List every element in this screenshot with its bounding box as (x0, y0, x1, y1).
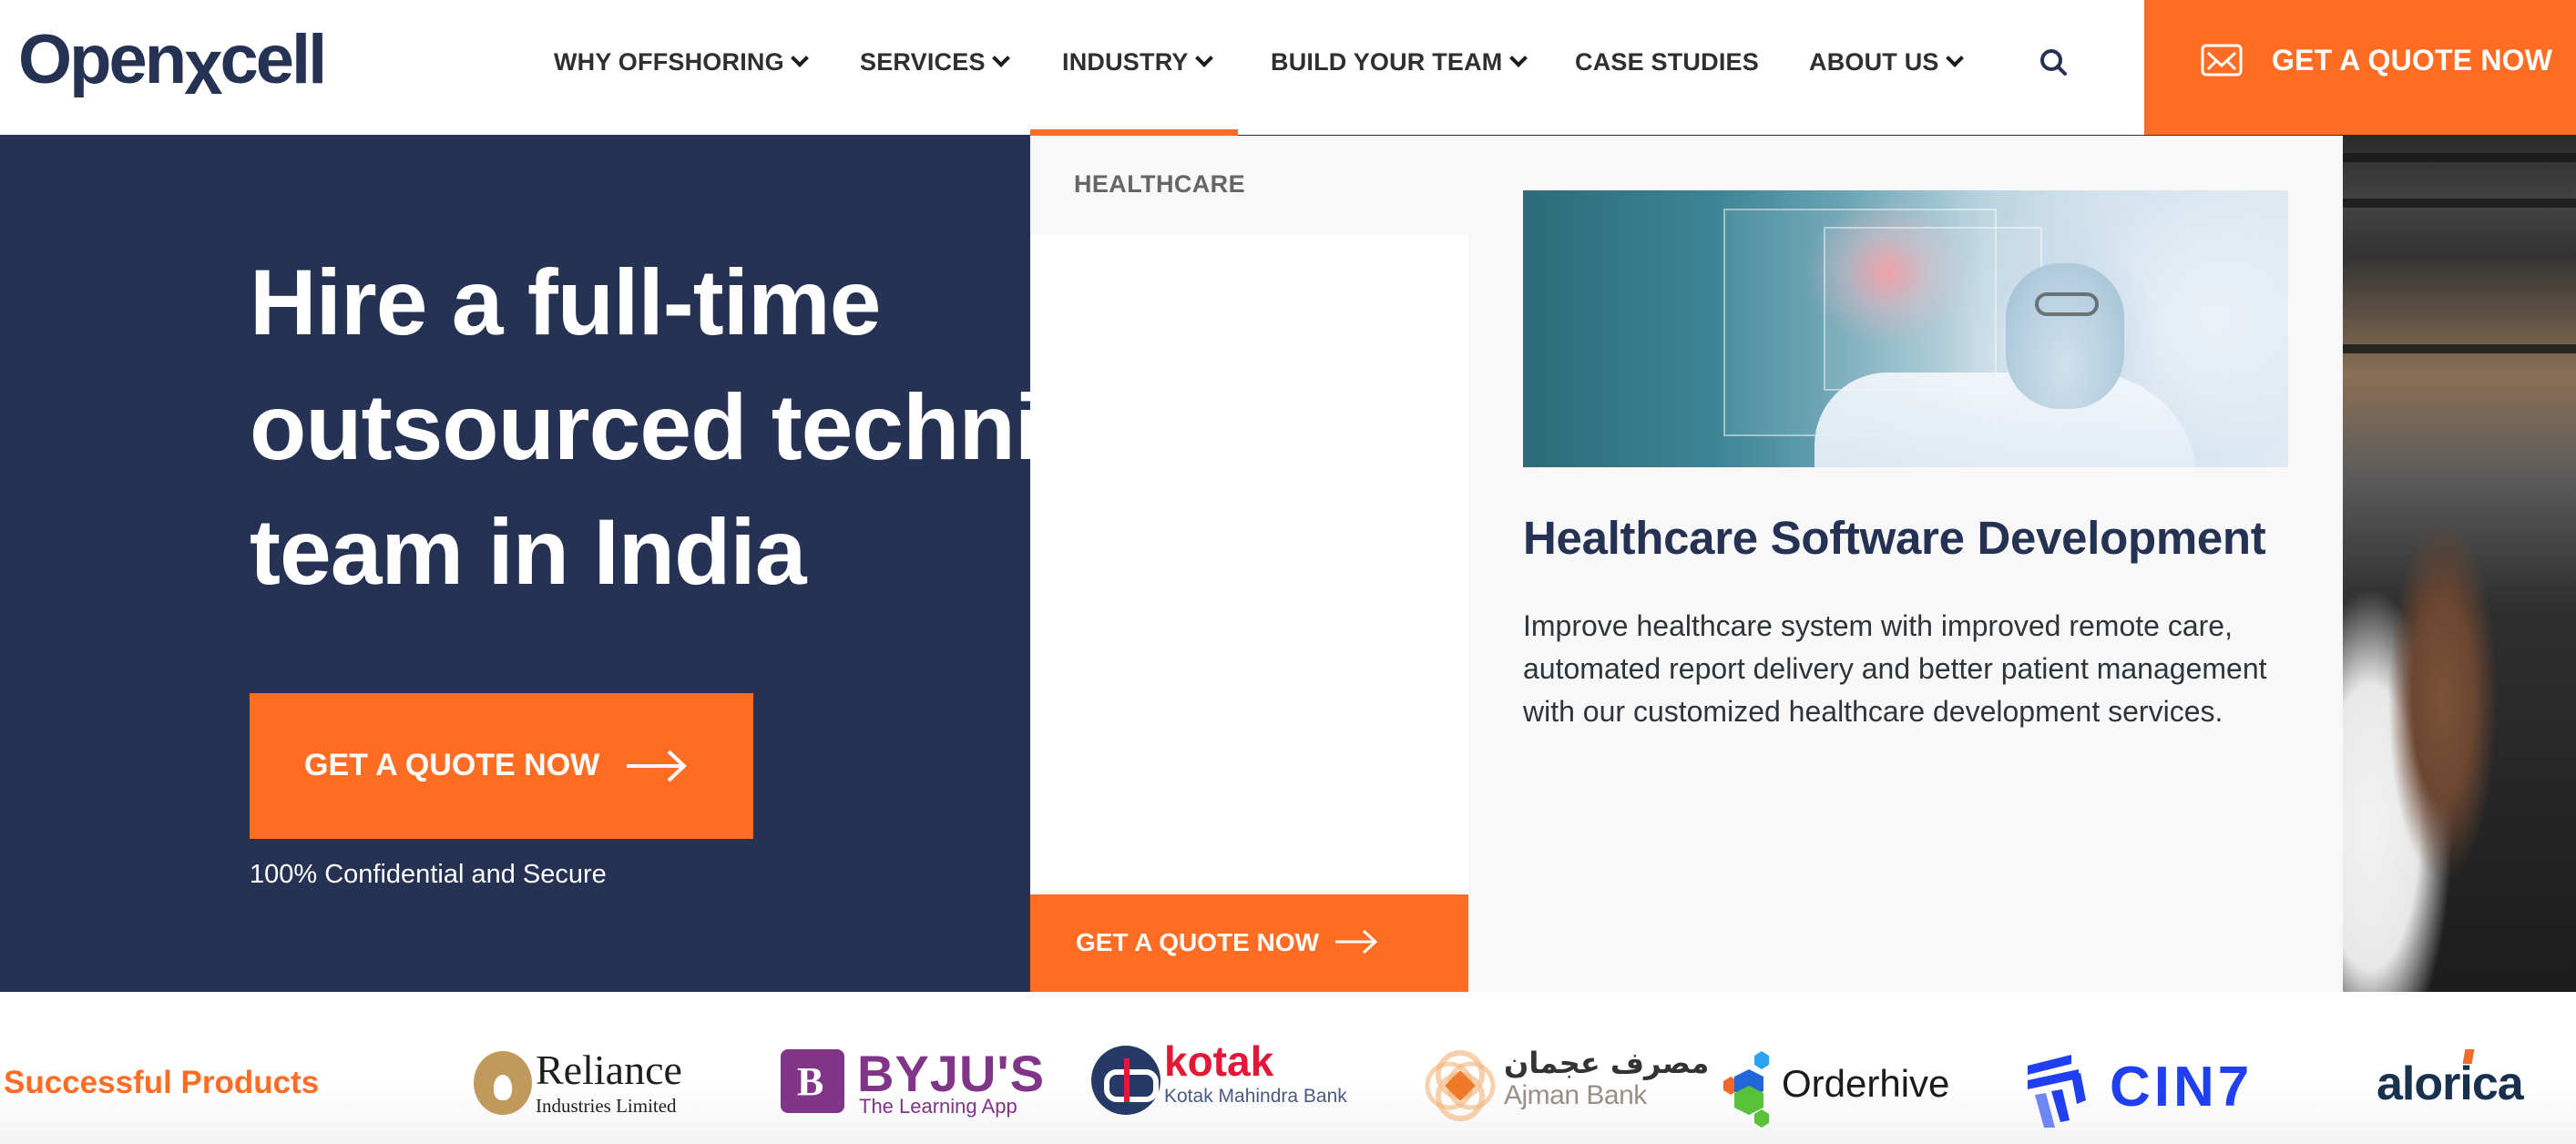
ajman-mark-icon (1425, 1050, 1496, 1121)
openxcell-logo[interactable]: Openxcell (18, 20, 327, 111)
dropdown-category-healthcare[interactable]: HEALTHCARE (1030, 136, 1468, 234)
nav-industry[interactable]: INDUSTRY (1062, 44, 1213, 80)
arrow-right-icon (627, 750, 687, 782)
chevron-down-icon (1508, 49, 1528, 67)
reliance-emblem-icon (474, 1051, 532, 1115)
cin7-mark-icon (2028, 1055, 2086, 1128)
get-quote-hero-button[interactable]: GET A QUOTE NOW (250, 693, 753, 839)
logo-byjus: B BYJU'S The Learning App (781, 1045, 1044, 1122)
nav-build-your-team[interactable]: BUILD YOUR TEAM (1271, 44, 1528, 80)
hero-background-photo (2343, 135, 2576, 992)
image-doctor-head (2006, 263, 2124, 409)
chevron-down-icon (1194, 49, 1213, 67)
orderhive-mark-icon (1723, 1051, 1769, 1128)
logo-kotak: kotak Kotak Mahindra Bank (1091, 1037, 1347, 1118)
logo-ajman-bank: مصرف عجمان Ajman Bank (1424, 1046, 1709, 1126)
site-header: Openxcell WHY OFFSHORING SERVICES INDUST… (0, 0, 2576, 136)
nav-services[interactable]: SERVICES (860, 44, 1010, 80)
logo-orderhive: Orderhive (1718, 1051, 1955, 1128)
feature-description: Improve healthcare system with improved … (1523, 609, 2267, 728)
logo-cin7: CIN7 (2026, 1055, 2299, 1129)
logo-alorica: alorica (2377, 1049, 2559, 1120)
photo-detail (2343, 153, 2576, 162)
chevron-down-icon (790, 49, 809, 67)
image-doctor-coat (1814, 373, 2197, 467)
feature-title[interactable]: Healthcare Software Development (1523, 511, 2266, 565)
get-quote-dropdown-button[interactable]: GET A QUOTE NOW (1030, 894, 1468, 992)
get-quote-header-button[interactable]: GET A QUOTE NOW (2144, 0, 2576, 135)
healthcare-feature-image[interactable] (1523, 190, 2288, 467)
dropdown-category-area (1030, 234, 1468, 894)
nav-case-studies[interactable]: CASE STUDIES (1575, 44, 1759, 80)
photo-detail (2343, 344, 2576, 353)
chevron-down-icon (991, 49, 1010, 67)
nav-why-offshoring[interactable]: WHY OFFSHORING (554, 44, 809, 80)
search-icon (2040, 49, 2067, 76)
image-doctor-glasses (2035, 292, 2099, 316)
kotak-mark-icon (1091, 1046, 1160, 1115)
chevron-down-icon (1945, 49, 1964, 67)
logo-reliance: Reliance Industries Limited (474, 1047, 710, 1120)
nav-about-us[interactable]: ABOUT US (1809, 44, 1964, 80)
dropdown-category-list: HEALTHCARE GET A QUOTE NOW (1030, 136, 1468, 992)
nav-active-indicator (1030, 129, 1238, 136)
hero-caption: 100% Confidential and Secure (250, 860, 607, 889)
mail-icon (2201, 44, 2243, 77)
arrow-right-icon (1335, 929, 1378, 955)
industry-dropdown-menu: HEALTHCARE GET A QUOTE NOW Healthcare So… (1030, 136, 2343, 992)
clients-title: Successful Products (4, 1065, 320, 1100)
search-button[interactable] (2035, 44, 2075, 84)
byjus-mark-icon: B (781, 1049, 844, 1113)
photo-detail (2343, 199, 2576, 208)
